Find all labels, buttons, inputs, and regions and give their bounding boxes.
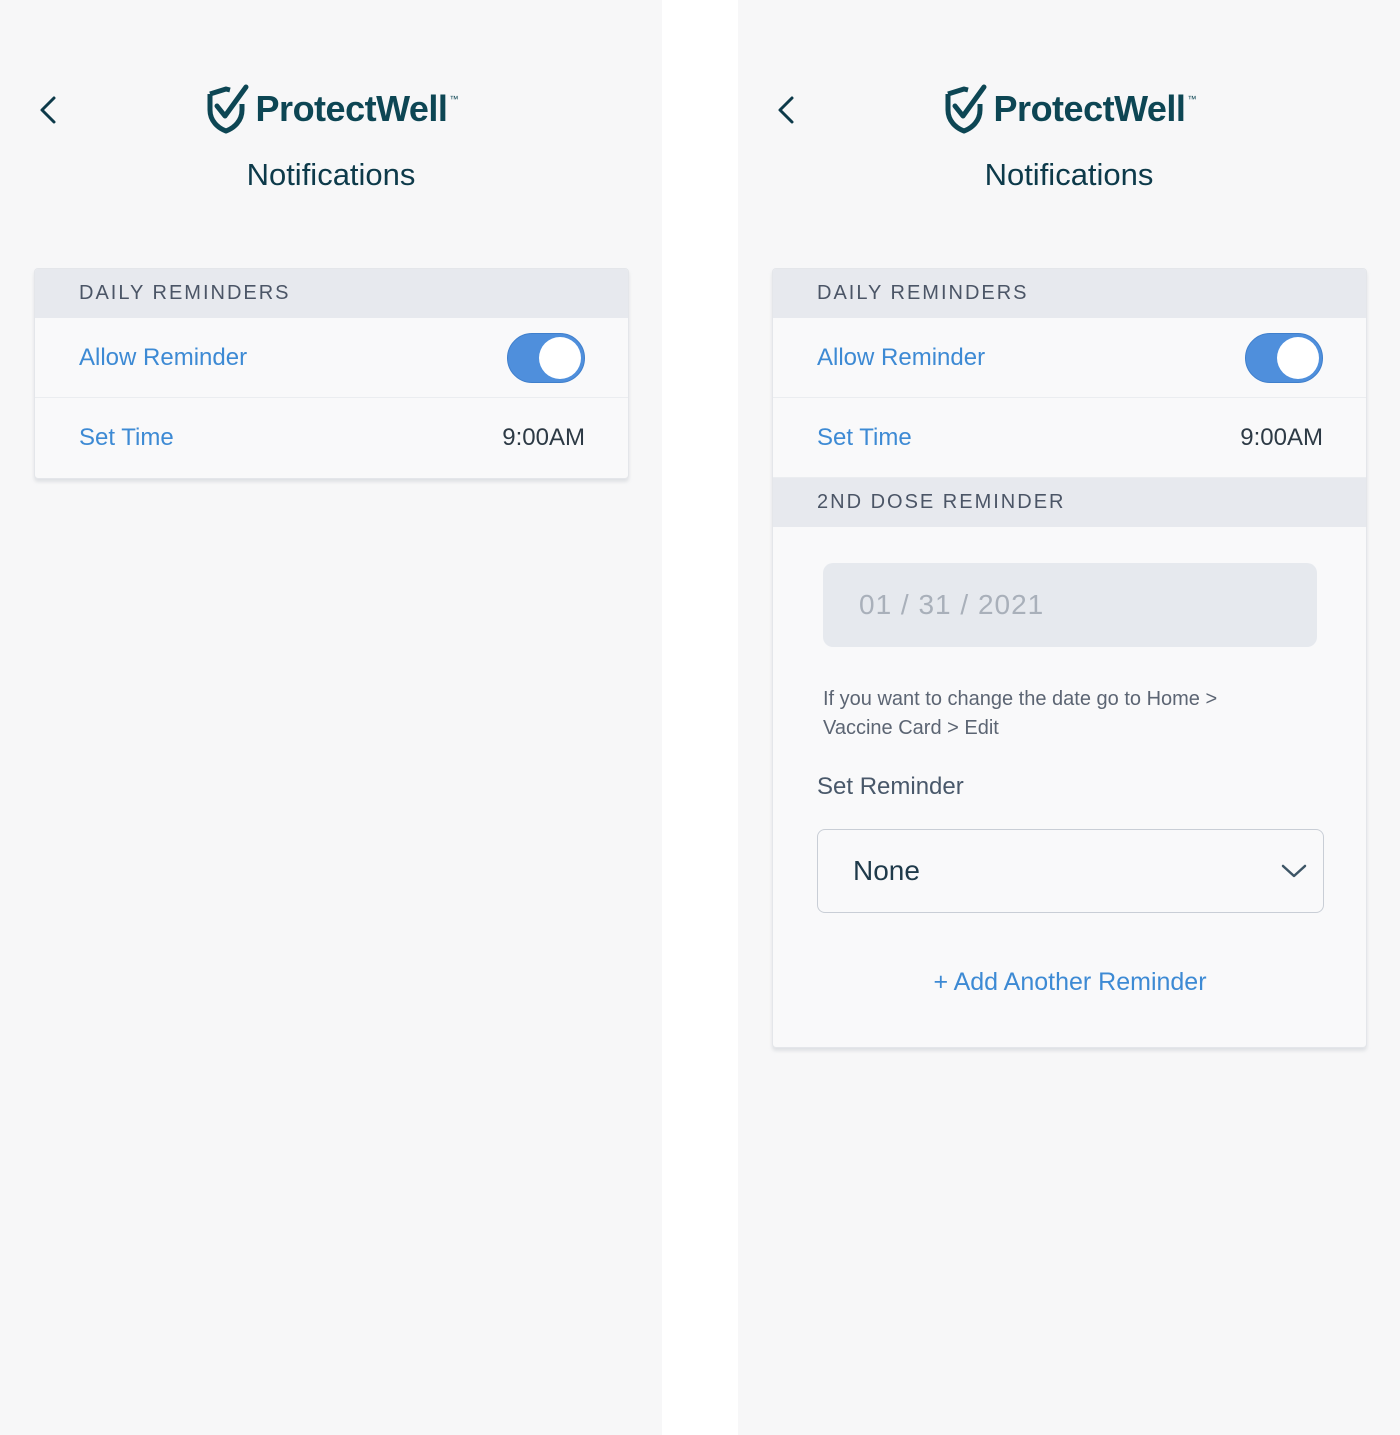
toggle-knob [539,336,581,379]
brand-header: ProtectWell ™ [738,84,1400,134]
trademark-mark: ™ [1187,94,1197,104]
allow-reminder-toggle[interactable] [507,332,585,383]
reminder-select[interactable]: None [817,829,1324,913]
allow-reminder-label: Allow Reminder [79,343,248,371]
allow-reminder-row: Allow Reminder [35,318,628,398]
allow-reminder-row: Allow Reminder [773,318,1366,398]
set-time-value[interactable]: 9:00AM [502,424,585,452]
toggle-knob [1277,336,1319,379]
page-title: Notifications [246,157,416,192]
notifications-screen-left: ProtectWell ™ Notifications DAILY REMIND… [0,0,662,1435]
set-time-row[interactable]: Set Time 9:00AM [35,398,628,478]
shield-check-icon [942,84,988,134]
section-header-daily-reminders: DAILY REMINDERS [35,269,628,318]
brand-header: ProtectWell ™ [0,84,662,134]
reminders-card: DAILY REMINDERS Allow Reminder Set Time … [772,268,1367,1048]
add-another-reminder-link[interactable]: + Add Another Reminder [817,968,1323,997]
shield-check-icon [204,84,250,134]
set-time-value[interactable]: 9:00AM [1240,424,1323,452]
set-time-label: Set Time [817,423,912,451]
date-helper-text: If you want to change the date go to Hom… [823,688,1218,739]
set-time-row[interactable]: Set Time 9:00AM [773,398,1366,478]
notifications-screen-right: ProtectWell ™ Notifications DAILY REMIND… [738,0,1400,1435]
section-header-daily-reminders: DAILY REMINDERS [773,269,1366,318]
trademark-mark: ™ [449,94,459,104]
brand-name: ProtectWell [255,88,448,129]
dose-date-field: 01 / 31 / 2021 [823,563,1317,647]
brand-name: ProtectWell [993,88,1186,129]
second-dose-section: 01 / 31 / 2021 If you want to change the… [773,527,1366,1047]
section-header-2nd-dose: 2ND DOSE REMINDER [773,478,1366,527]
allow-reminder-label: Allow Reminder [817,343,986,371]
page-title: Notifications [984,157,1154,192]
set-reminder-label: Set Reminder [817,773,964,800]
reminder-select-value: None [853,855,920,886]
chevron-down-icon [1279,861,1309,881]
set-time-label: Set Time [79,424,174,451]
daily-reminders-card: DAILY REMINDERS Allow Reminder Set Time … [34,268,629,479]
allow-reminder-toggle[interactable] [1245,332,1323,383]
